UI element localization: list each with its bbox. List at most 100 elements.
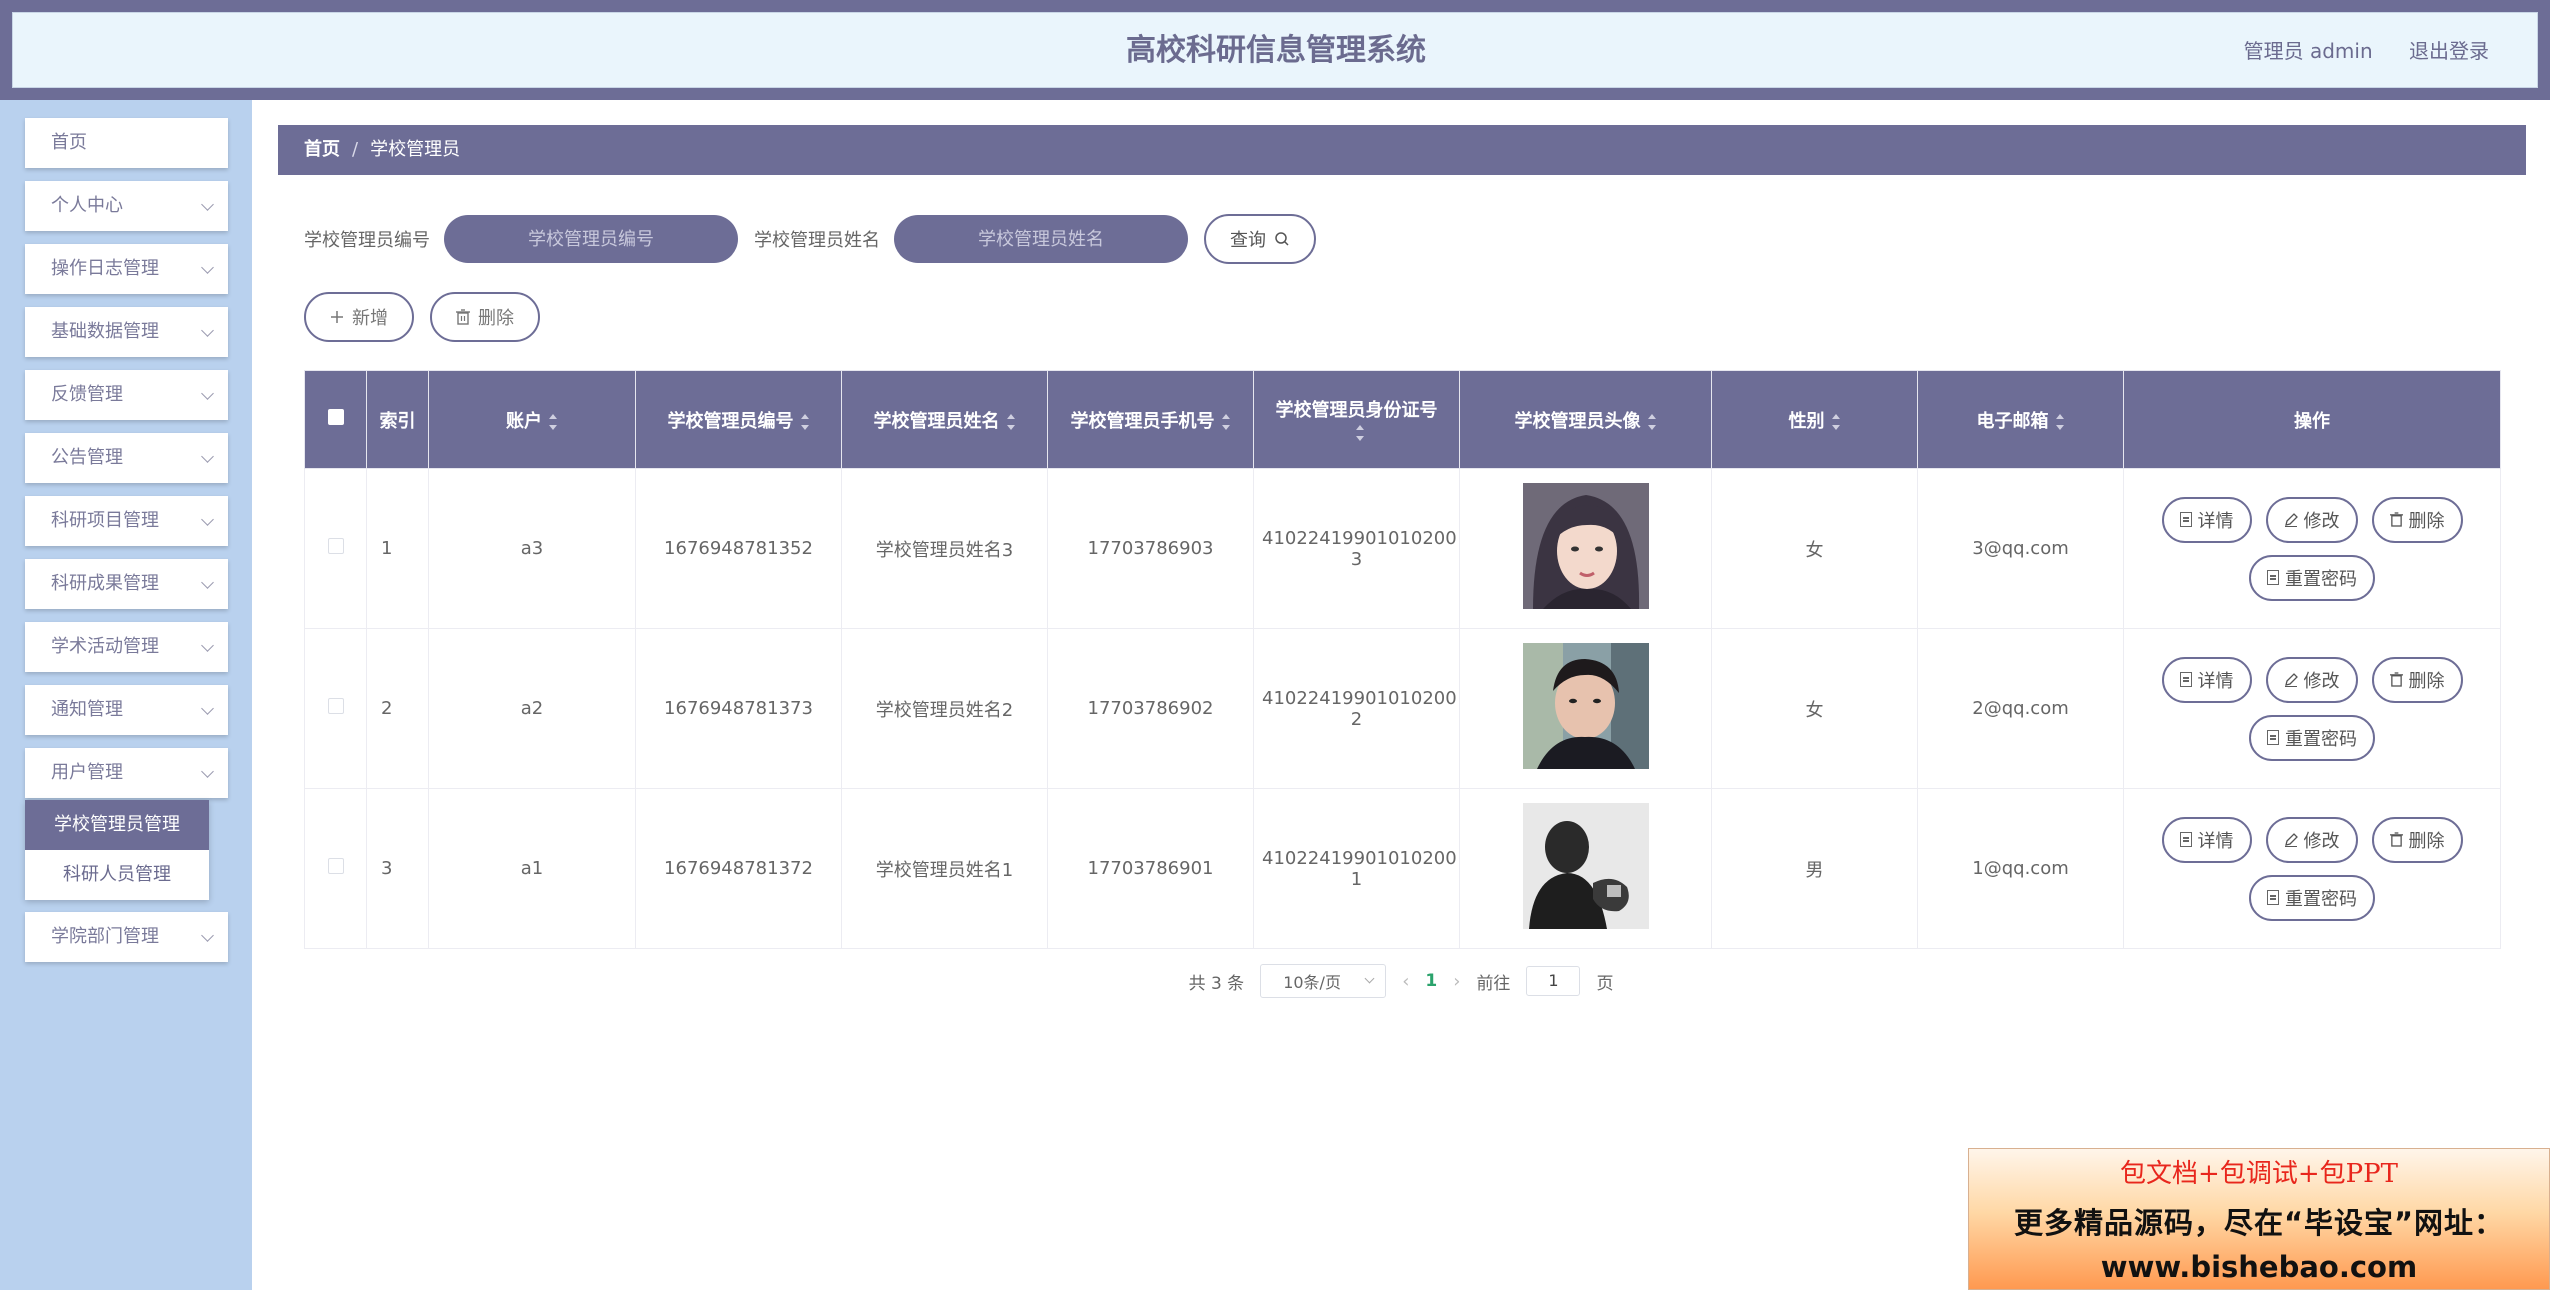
page-size-select[interactable]: 10条/页: [1260, 964, 1387, 998]
sidebar-item-base-data[interactable]: 基础数据管理: [25, 307, 228, 357]
plus-icon: [331, 311, 343, 323]
delete-button[interactable]: 删除: [2371, 816, 2463, 863]
reset-password-label: 重置密码: [2285, 888, 2357, 910]
idcard-line1: 41022419901010200: [1262, 527, 1457, 549]
reset-password-button[interactable]: 重置密码: [2249, 874, 2375, 921]
ad-line-3: www.bishebao.com: [2100, 1250, 2418, 1284]
table-row: 1 a3 1676948781352 学校管理员姓名3 17703786903 …: [304, 468, 2501, 629]
delete-label: 删除: [2408, 510, 2445, 532]
cell-actions: 详情 修改 删除 重置密码: [2123, 788, 2501, 949]
prev-page-icon[interactable]: ‹: [1402, 971, 1409, 992]
chevron-down-icon: [201, 261, 214, 274]
app-title: 高校科研信息管理系统: [1126, 33, 1426, 68]
col-gender[interactable]: 性别: [1711, 370, 1918, 469]
sidebar-item-label: 科研项目管理: [51, 510, 159, 531]
sidebar-item-notice[interactable]: 通知管理: [25, 685, 228, 735]
trash-icon: [2389, 832, 2403, 847]
edit-button[interactable]: 修改: [2265, 496, 2358, 543]
sidebar-item-personal-center[interactable]: 个人中心: [25, 181, 228, 231]
sidebar-item-research-project[interactable]: 科研项目管理: [25, 496, 228, 546]
document-icon: [2267, 890, 2279, 905]
search-bar: 学校管理员编号 学校管理员姓名 查询: [304, 214, 1316, 264]
document-icon: [2267, 570, 2279, 585]
page-number-current[interactable]: 1: [1425, 971, 1437, 991]
idcard-line2: 3: [1350, 548, 1363, 570]
cell-actions: 详情 修改 删除 重置密码: [2123, 628, 2501, 789]
query-button[interactable]: 查询: [1204, 214, 1316, 264]
document-icon: [2179, 672, 2192, 687]
search-icon: [1275, 232, 1289, 246]
admin-code-input[interactable]: [444, 215, 738, 263]
col-email[interactable]: 电子邮箱: [1917, 370, 2124, 469]
cell-index: 1: [366, 468, 429, 629]
cell-admin-idcard: 41022419901010200 1: [1253, 788, 1460, 949]
row-checkbox[interactable]: [327, 538, 344, 554]
cell-gender: 女: [1711, 628, 1918, 789]
idcard-line1: 41022419901010200: [1262, 687, 1457, 709]
cell-admin-avatar: [1459, 628, 1712, 789]
add-button-label: 新增: [352, 308, 388, 329]
delete-button[interactable]: 删除: [2371, 656, 2463, 703]
row-select-cell: [304, 628, 367, 789]
sidebar-item-label: 公告管理: [51, 447, 123, 468]
row-checkbox[interactable]: [327, 858, 344, 874]
col-admin-name[interactable]: 学校管理员姓名: [841, 370, 1048, 469]
avatar-image[interactable]: [1522, 803, 1649, 929]
col-gender-label: 性别: [1788, 410, 1825, 432]
col-account[interactable]: 账户: [428, 370, 636, 469]
batch-delete-button[interactable]: 删除: [430, 292, 540, 342]
submenu-item-researcher[interactable]: 科研人员管理: [25, 850, 209, 900]
table-row: 3 a1 1676948781372 学校管理员姓名1 17703786901 …: [304, 788, 2501, 949]
sidebar-item-operation-log[interactable]: 操作日志管理: [25, 244, 228, 294]
sidebar-item-department[interactable]: 学院部门管理: [25, 912, 228, 962]
chevron-down-icon: [201, 765, 214, 778]
chevron-down-icon: [201, 576, 214, 589]
detail-button[interactable]: 详情: [2161, 496, 2252, 543]
reset-password-label: 重置密码: [2285, 728, 2357, 750]
select-all-checkbox[interactable]: [327, 409, 344, 425]
sort-icon: [1647, 413, 1657, 430]
sidebar-item-announcement[interactable]: 公告管理: [25, 433, 228, 483]
avatar-image[interactable]: [1522, 643, 1649, 769]
edit-button[interactable]: 修改: [2265, 816, 2358, 863]
avatar-image[interactable]: [1522, 483, 1649, 609]
goto-page-input[interactable]: 1: [1526, 966, 1581, 996]
breadcrumb-home[interactable]: 首页: [304, 139, 340, 160]
ad-banner[interactable]: 包文档+包调试+包PPT 更多精品源码，尽在“毕设宝”网址： www.bishe…: [1968, 1148, 2550, 1290]
idcard-line2: 2: [1350, 708, 1363, 730]
col-admin-avatar[interactable]: 学校管理员头像: [1459, 370, 1712, 469]
detail-button[interactable]: 详情: [2161, 656, 2252, 703]
next-page-icon[interactable]: ›: [1453, 971, 1460, 992]
admin-name-input[interactable]: [894, 215, 1188, 263]
cell-admin-name: 学校管理员姓名3: [841, 468, 1048, 629]
sort-icon: [548, 413, 558, 430]
detail-label: 详情: [2197, 510, 2234, 532]
col-admin-code[interactable]: 学校管理员编号: [635, 370, 842, 469]
sidebar-item-academic-activity[interactable]: 学术活动管理: [25, 622, 228, 672]
sidebar-item-label: 用户管理: [51, 762, 123, 783]
cell-index: 2: [366, 628, 429, 789]
sidebar-item-user-management[interactable]: 用户管理: [25, 748, 228, 798]
add-button[interactable]: 新增: [304, 292, 414, 342]
row-checkbox[interactable]: [327, 698, 344, 714]
logout-link[interactable]: 退出登录: [2409, 39, 2489, 63]
ad-line-1: 包文档+包调试+包PPT: [2120, 1159, 2398, 1189]
delete-label: 删除: [2408, 670, 2445, 692]
reset-password-button[interactable]: 重置密码: [2249, 714, 2375, 761]
col-admin-idcard[interactable]: 学校管理员身份证号: [1253, 370, 1460, 469]
detail-button[interactable]: 详情: [2161, 816, 2252, 863]
sidebar: 首页 个人中心 操作日志管理 基础数据管理 反馈管理 公告管理 科研项目管理 科…: [0, 100, 252, 1290]
edit-button[interactable]: 修改: [2265, 656, 2358, 703]
sort-icon: [1831, 413, 1841, 430]
cell-account: a3: [428, 468, 636, 629]
sidebar-item-home[interactable]: 首页: [25, 118, 228, 168]
sidebar-item-research-result[interactable]: 科研成果管理: [25, 559, 228, 609]
delete-button[interactable]: 删除: [2371, 496, 2463, 543]
sidebar-item-feedback[interactable]: 反馈管理: [25, 370, 228, 420]
sort-icon: [1221, 413, 1231, 430]
col-admin-phone[interactable]: 学校管理员手机号: [1047, 370, 1254, 469]
submenu-item-school-admin[interactable]: 学校管理员管理: [25, 800, 209, 850]
edit-label: 修改: [2303, 830, 2340, 852]
chevron-down-icon: [201, 324, 214, 337]
reset-password-button[interactable]: 重置密码: [2249, 554, 2375, 601]
